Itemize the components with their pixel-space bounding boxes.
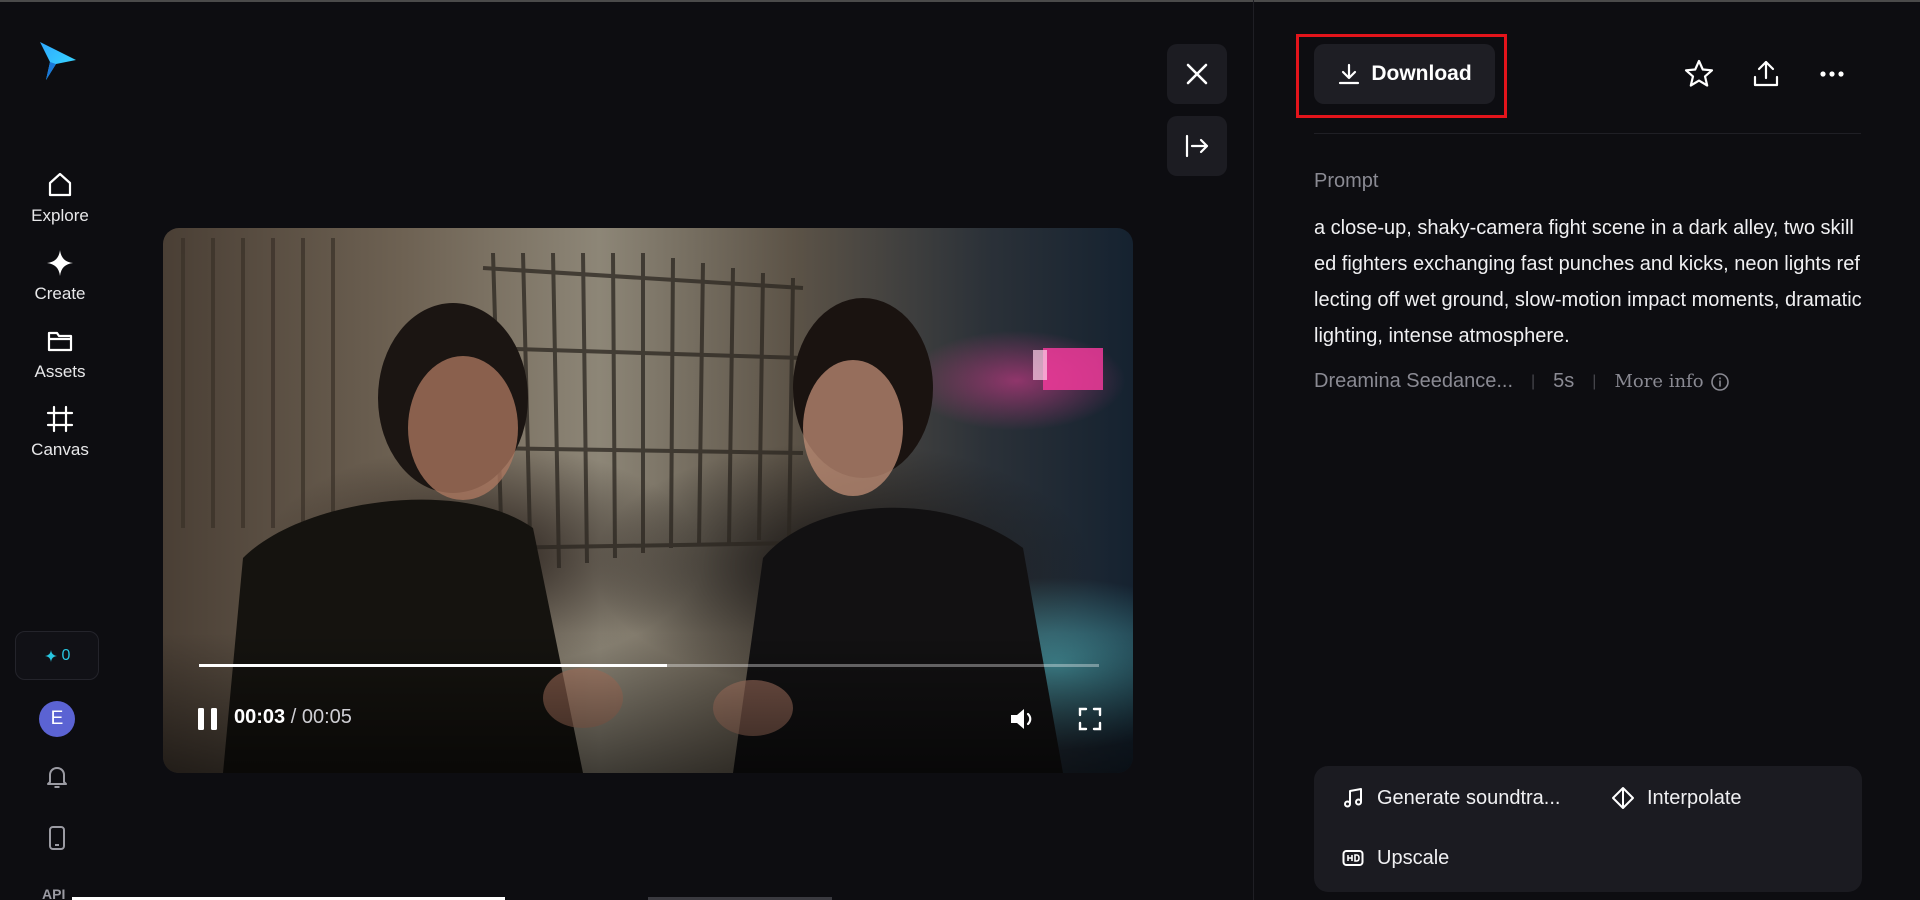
app-logo[interactable] [36,40,78,82]
interpolate-button[interactable]: Interpolate [1611,786,1742,810]
sidebar: Explore Create Assets Canvas 0 E API [0,0,120,900]
star-icon[interactable] [1683,58,1715,90]
credits-badge[interactable]: 0 [15,631,99,680]
sidebar-item-create[interactable]: Create [14,248,106,318]
sidebar-item-label: Canvas [31,440,89,459]
canvas-icon [46,405,74,433]
generation-meta: Dreamina Seedance... | 5s | More info [1314,370,1730,393]
download-label: Download [1371,62,1472,85]
credits-count: 0 [61,646,71,664]
sparkle-icon [44,649,57,662]
panel-divider [1253,0,1254,900]
action-label: Upscale [1377,846,1450,869]
music-note-icon [1344,788,1362,808]
prompt-heading: Prompt [1314,170,1379,192]
api-link[interactable]: API [42,886,65,900]
actions-card: Generate soundtra... Interpolate Upscale [1314,766,1862,892]
bell-icon[interactable] [42,762,72,792]
close-icon [1186,63,1208,85]
meta-divider: | [1531,372,1536,390]
download-button[interactable]: Download [1314,44,1495,104]
sidebar-item-canvas[interactable]: Canvas [14,404,106,474]
interpolate-icon [1612,787,1634,809]
panel-separator [1314,133,1861,134]
prompt-text: a close-up, shaky-camera fight scene in … [1314,217,1862,347]
pause-icon[interactable] [195,706,221,732]
more-info-label: More info [1614,371,1704,392]
generate-soundtrack-button[interactable]: Generate soundtra... [1341,786,1560,810]
video-progress-fill [199,664,667,667]
sidebar-item-explore[interactable]: Explore [14,170,106,240]
video-time: 00:03 / 00:05 [234,706,352,729]
total-time: / 00:05 [290,706,352,728]
volume-icon[interactable] [1008,705,1038,733]
sidebar-item-label: Create [34,284,86,303]
collapse-panel-button[interactable] [1167,116,1227,176]
duration: 5s [1553,370,1575,392]
model-name: Dreamina Seedance... [1314,370,1514,392]
more-options-icon[interactable] [1816,58,1848,90]
sparkle-icon [47,250,73,276]
more-info-link[interactable]: More info [1614,371,1729,392]
folder-icon [47,331,73,352]
video-player[interactable]: 00:03 / 00:05 [163,228,1133,773]
app-root: Explore Create Assets Canvas 0 E API 00:… [0,0,1920,900]
download-icon [1339,63,1360,85]
mobile-app-icon[interactable] [42,823,72,853]
current-time: 00:03 [234,706,286,728]
avatar[interactable]: E [39,701,75,737]
fullscreen-icon[interactable] [1077,706,1103,732]
home-icon [48,172,72,197]
action-label: Interpolate [1647,786,1742,809]
info-icon [1710,372,1729,391]
meta-divider: | [1592,372,1597,390]
video-controls-shade [163,633,1133,773]
upscale-button[interactable]: Upscale [1341,846,1449,870]
hd-icon [1342,850,1364,866]
close-button[interactable] [1167,44,1227,104]
sidebar-item-assets[interactable]: Assets [14,326,106,396]
video-progress-bar[interactable] [199,664,1099,667]
share-icon[interactable] [1750,58,1782,90]
sidebar-item-label: Assets [34,362,86,381]
top-border [0,0,1920,2]
collapse-arrow-icon [1185,134,1209,158]
action-label: Generate soundtra... [1377,786,1561,809]
sidebar-item-label: Explore [31,206,89,225]
